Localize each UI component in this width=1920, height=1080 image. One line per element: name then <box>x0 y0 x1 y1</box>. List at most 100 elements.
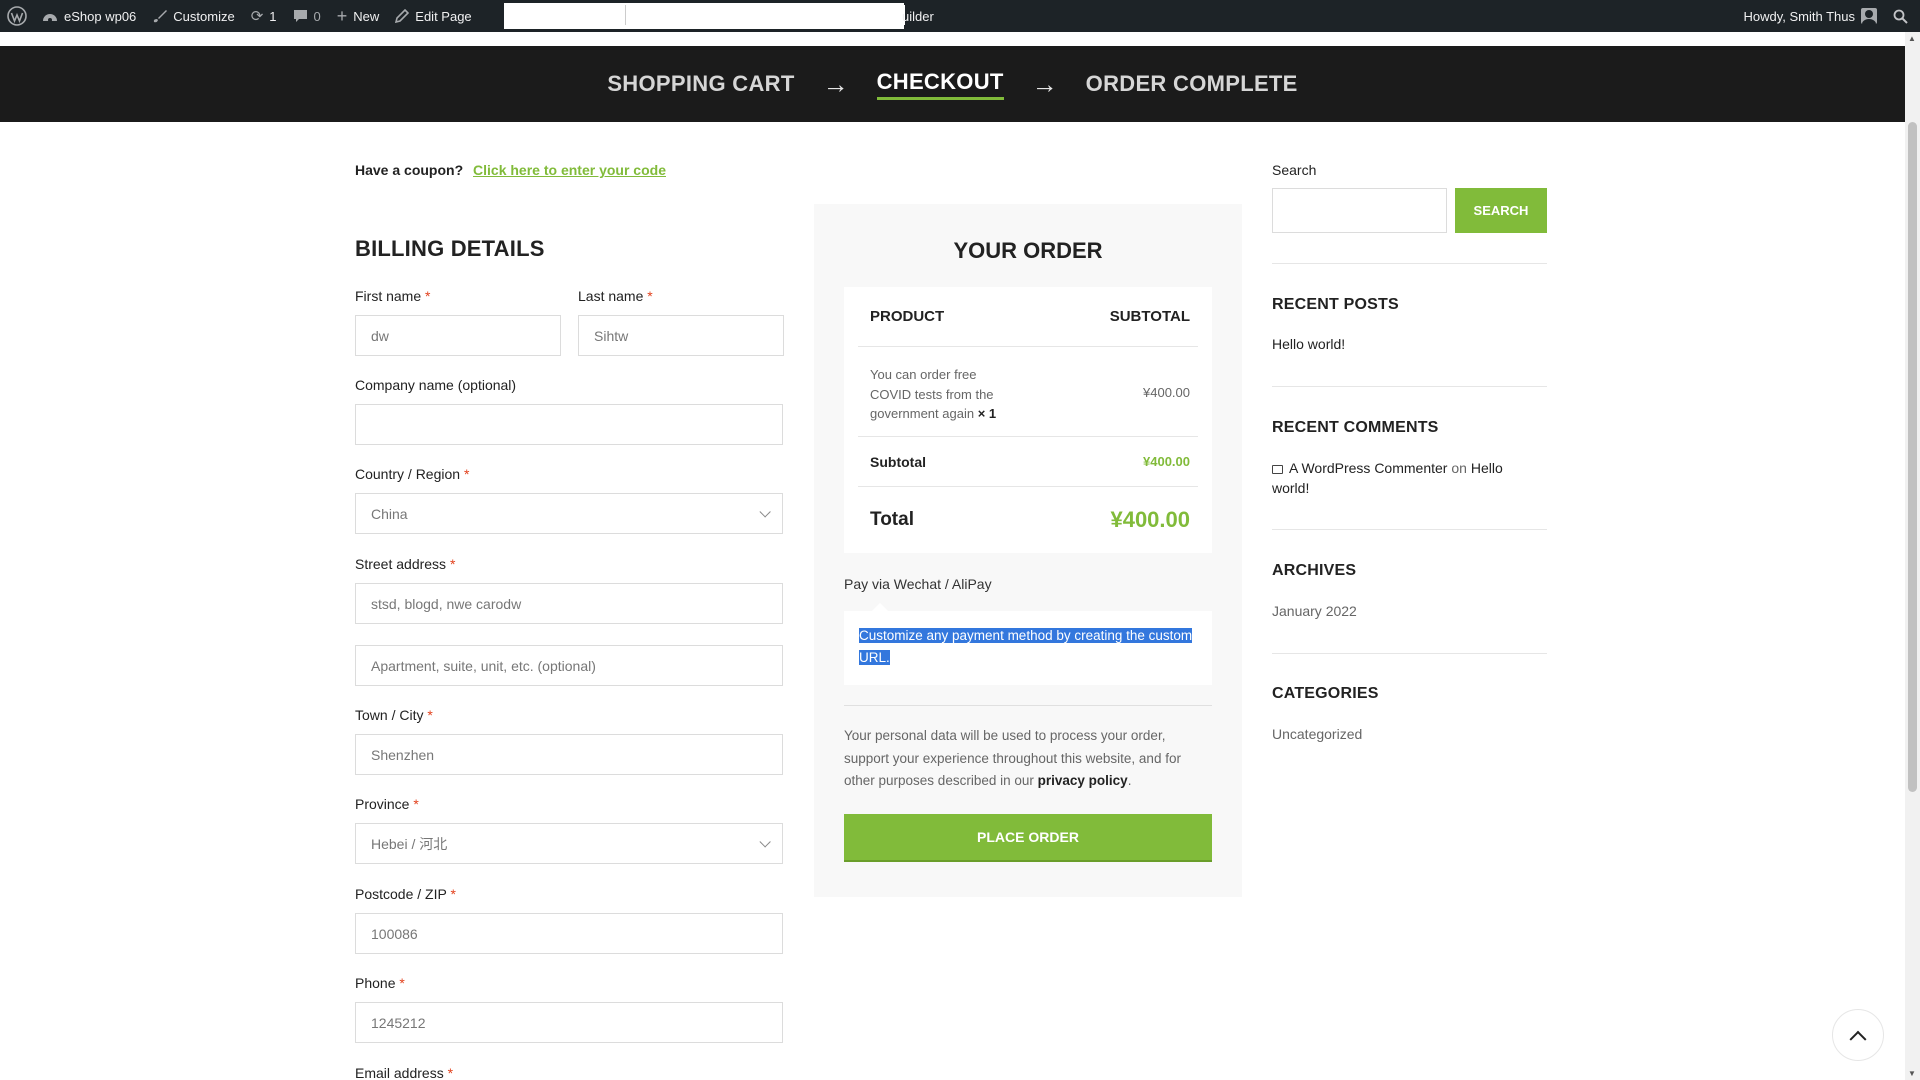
order-table-header: PRODUCT SUBTOTAL <box>858 287 1198 347</box>
payment-description-box: Customize any payment method by creating… <box>844 603 1212 685</box>
scroll-up-icon[interactable]: ▲ <box>1908 34 1916 43</box>
street2-field: Apartment, suite, unit, etc. (optional) <box>355 645 783 686</box>
order-review: YOUR ORDER PRODUCT SUBTOTAL You can orde… <box>814 204 1242 897</box>
comment-author-link[interactable]: A WordPress Commenter <box>1289 460 1447 476</box>
divider <box>1272 386 1547 387</box>
search-icon <box>1893 9 1908 24</box>
order-total-row: Total ¥400.00 <box>858 487 1198 553</box>
site-name-menu[interactable]: eShop wp06 <box>34 0 144 32</box>
chevron-down-icon <box>759 505 771 518</box>
privacy-policy-link[interactable]: privacy policy <box>1038 773 1128 788</box>
privacy-notice: Your personal data will be used to proce… <box>844 725 1212 793</box>
billing-details: BILLING DETAILS First name * dw Last nam… <box>355 236 784 1080</box>
my-account-menu[interactable]: Howdy, Smith Thus <box>1735 0 1885 32</box>
order-item-qty: × 1 <box>977 406 997 421</box>
comments-count: 0 <box>313 8 321 24</box>
redacted-menu-item-2 <box>625 5 905 25</box>
country-label: Country / Region <box>355 466 461 482</box>
required-mark: * <box>413 796 419 812</box>
step-arrow-icon: → <box>1031 68 1058 99</box>
street2-input[interactable]: Apartment, suite, unit, etc. (optional) <box>355 645 783 686</box>
comment-bubble-icon <box>293 10 307 22</box>
recent-posts-title: RECENT POSTS <box>1272 296 1399 313</box>
province-label: Province <box>355 796 410 812</box>
wordpress-menu[interactable] <box>0 0 34 32</box>
company-label: Company name (optional) <box>355 377 517 393</box>
new-content-menu[interactable]: + New <box>329 0 388 32</box>
step-checkout[interactable]: CHECKOUT <box>876 69 1004 100</box>
updates-link[interactable]: ⟳ 1 <box>243 0 285 32</box>
required-mark: * <box>427 707 433 723</box>
scroll-thumb[interactable] <box>1908 122 1917 792</box>
order-table: PRODUCT SUBTOTAL You can order free COVI… <box>844 287 1212 553</box>
street-input[interactable]: stsd, blogd, nwe carodw <box>355 583 783 624</box>
customize-link[interactable]: Customize <box>144 0 242 32</box>
divider <box>1272 263 1547 264</box>
city-label: Town / City <box>355 707 424 723</box>
order-item-row: You can order free COVID tests from the … <box>858 347 1198 437</box>
province-select[interactable]: Hebei / 河北 <box>355 823 783 864</box>
first-name-label: First name <box>355 288 422 304</box>
divider <box>1272 653 1547 654</box>
country-value: China <box>371 505 408 522</box>
city-field: Town / City * Shenzhen <box>355 707 783 775</box>
country-select[interactable]: China <box>355 493 783 534</box>
sidebar-search-input[interactable] <box>1272 188 1447 233</box>
last-name-label: Last name <box>578 288 644 304</box>
back-to-top-button[interactable] <box>1832 1009 1884 1061</box>
search-label: Search <box>1272 162 1317 178</box>
edit-page-label: Edit Page <box>415 8 472 24</box>
divider <box>844 705 1212 706</box>
city-input[interactable]: Shenzhen <box>355 734 783 775</box>
total-value: ¥400.00 <box>1110 507 1190 532</box>
step-shopping-cart[interactable]: SHOPPING CART <box>607 71 794 97</box>
admin-bar-right: Howdy, Smith Thus <box>1735 0 1920 32</box>
province-value: Hebei / 河北 <box>371 835 448 852</box>
phone-label: Phone <box>355 975 396 991</box>
comments-link[interactable]: 0 <box>285 0 329 32</box>
category-link[interactable]: Uncategorized <box>1272 726 1362 742</box>
comment-icon <box>1272 465 1283 474</box>
recent-post-link[interactable]: Hello world! <box>1272 336 1345 352</box>
builder-link[interactable]: uilder <box>902 0 934 32</box>
user-avatar-icon <box>1861 8 1877 24</box>
coupon-prompt: Have a coupon? <box>355 162 464 178</box>
subtotal-value: ¥400.00 <box>1143 454 1190 469</box>
edit-page-link[interactable]: Edit Page <box>387 0 479 32</box>
email-label: Email address <box>355 1065 444 1080</box>
archive-link[interactable]: January 2022 <box>1272 603 1357 619</box>
place-order-button[interactable]: PLACE ORDER <box>844 814 1212 862</box>
page-scrollbar[interactable]: ▲ ▼ <box>1905 32 1920 1080</box>
coupon-link[interactable]: Click here to enter your code <box>473 162 666 178</box>
builder-label: uilder <box>902 8 934 24</box>
postcode-input[interactable]: 100086 <box>355 913 783 954</box>
order-item-name: You can order free COVID tests from the … <box>870 367 994 421</box>
first-name-input[interactable]: dw <box>355 315 561 356</box>
last-name-field: Last name * Sihtw <box>578 288 784 356</box>
sidebar-search-button[interactable]: SEARCH <box>1455 188 1547 233</box>
checkout-steps: SHOPPING CART → CHECKOUT → ORDER COMPLET… <box>0 46 1905 122</box>
comment-on-text: on <box>1451 460 1467 476</box>
step-arrow-icon: → <box>822 68 849 99</box>
company-input[interactable] <box>355 404 783 445</box>
payment-method-label[interactable]: Pay via Wechat / AliPay <box>844 576 992 592</box>
required-mark: * <box>450 886 456 902</box>
required-mark: * <box>449 556 456 572</box>
admin-bar: eShop wp06 Customize ⟳ 1 0 + New Edit Pa… <box>0 0 1920 32</box>
scroll-down-icon[interactable]: ▼ <box>1908 1069 1916 1078</box>
admin-search[interactable] <box>1885 0 1920 32</box>
last-name-input[interactable]: Sihtw <box>578 315 784 356</box>
customize-label: Customize <box>173 8 235 24</box>
phone-field: Phone * 1245212 <box>355 975 783 1043</box>
updates-count: 1 <box>269 8 277 24</box>
wordpress-logo-icon <box>7 6 27 26</box>
email-field: Email address * <box>355 1065 783 1080</box>
required-mark: * <box>425 288 431 304</box>
country-field: Country / Region * China <box>355 466 783 534</box>
required-mark: * <box>647 288 653 304</box>
required-mark: * <box>399 975 405 991</box>
street-field: Street address * stsd, blogd, nwe carodw <box>355 556 783 624</box>
first-name-field: First name * dw <box>355 288 561 356</box>
phone-input[interactable]: 1245212 <box>355 1002 783 1043</box>
chevron-up-icon <box>1849 1030 1867 1048</box>
